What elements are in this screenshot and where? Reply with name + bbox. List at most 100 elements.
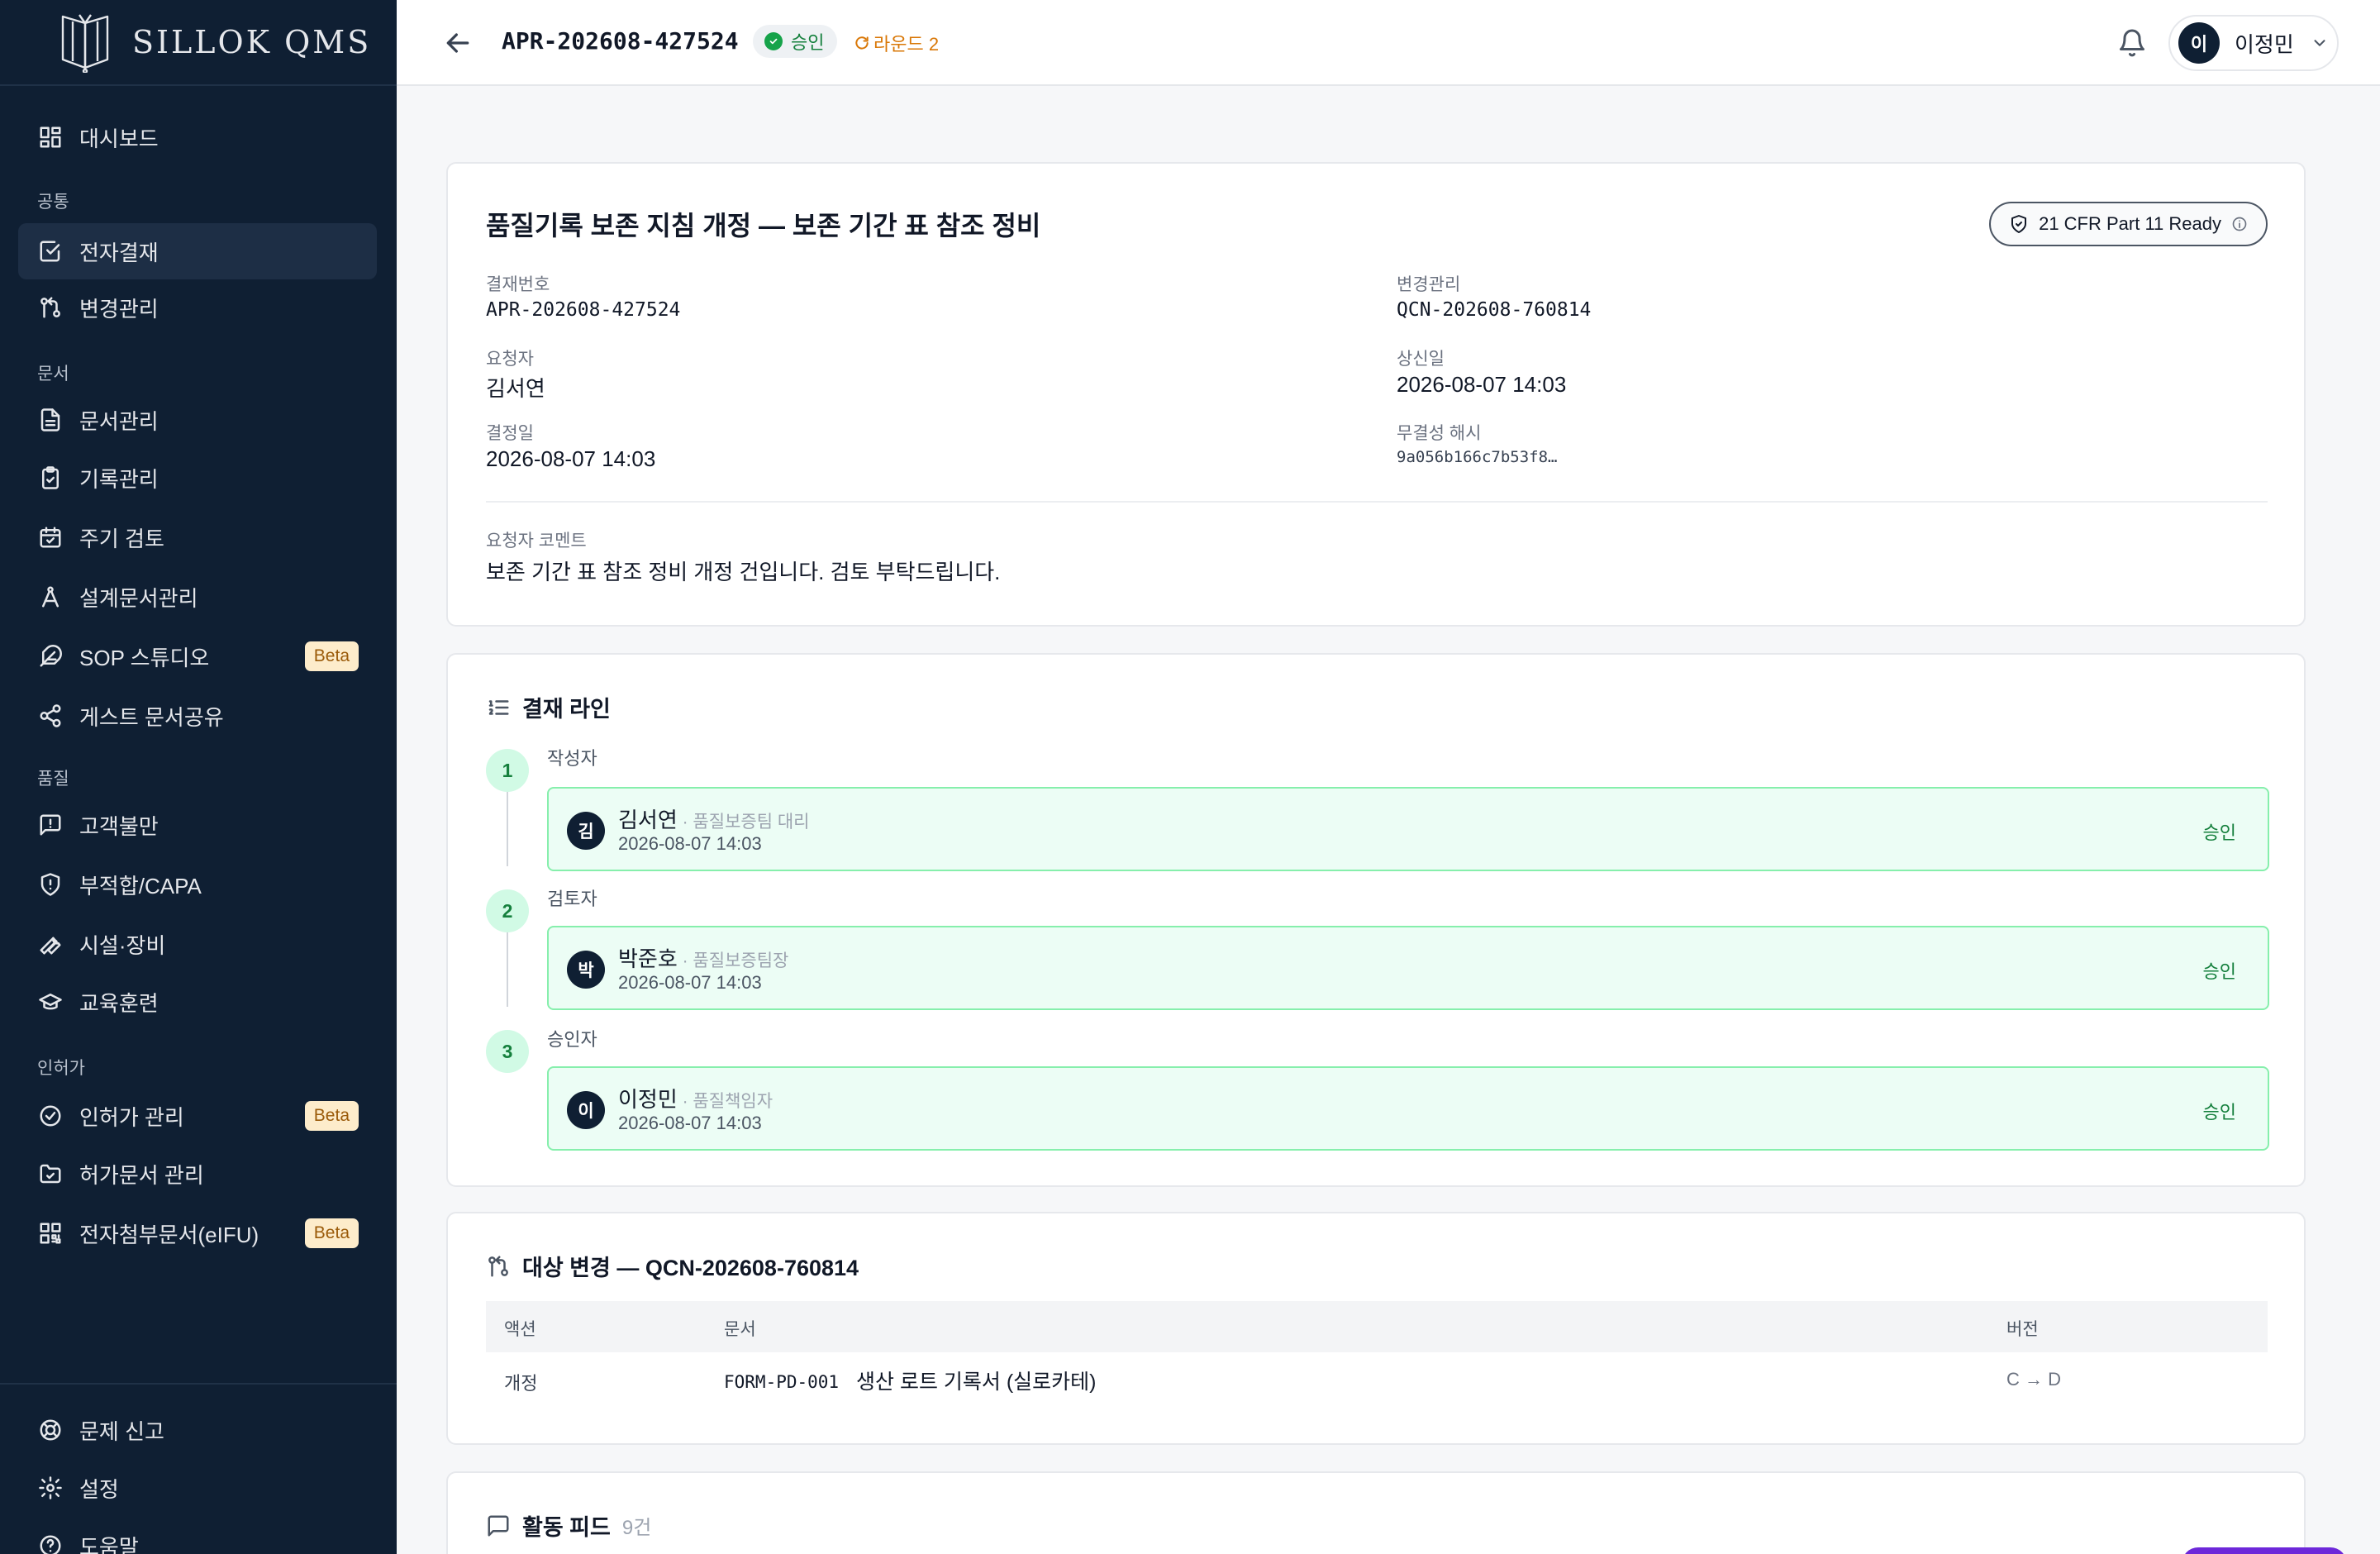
- document-title[interactable]: 생산 로트 기록서 (실로카테): [856, 1366, 1097, 1395]
- submitted-label: 상신일: [1397, 350, 1445, 369]
- sidebar-section-license: 인허가: [37, 1059, 85, 1078]
- user-menu[interactable]: 이 이정민: [2168, 15, 2339, 71]
- approver-name: 이정민: [618, 1087, 678, 1112]
- approver-name-row: 이정민 · 품질책임자: [618, 1083, 773, 1113]
- divider: [486, 501, 2268, 503]
- status-label: 승인: [791, 32, 825, 53]
- document-code: FORM-PD-001: [724, 1372, 840, 1392]
- approval-date: 2026-08-07 14:03: [618, 972, 762, 993]
- brand-logo[interactable]: SILLOK QMS: [0, 0, 397, 86]
- message-alert-icon: [38, 813, 63, 837]
- sidebar-item-label: 허가문서 관리: [79, 1162, 204, 1188]
- sidebar-item-approval[interactable]: 전자결재: [18, 223, 377, 279]
- sidebar-item-guest[interactable]: 게스트 문서공유: [18, 688, 377, 744]
- sidebar-item-report[interactable]: 문제 신고: [18, 1402, 377, 1458]
- comment-label: 요청자 코멘트: [486, 532, 587, 551]
- info-icon: [2232, 217, 2247, 231]
- sidebar: SILLOK QMS 대시보드 공통 전자결재 변경관리 문서 문서관리 기록관…: [0, 0, 397, 1554]
- column-header-document: 문서: [724, 1320, 756, 1339]
- beta-badge: Beta: [304, 1101, 359, 1131]
- lifebuoy-icon: [38, 1418, 63, 1442]
- feather-icon: [38, 644, 63, 669]
- approval-step: 박 박준호 · 품질보증팀장 2026-08-07 14:03 승인: [547, 926, 2269, 1010]
- help-circle-icon: [38, 1533, 63, 1554]
- sidebar-item-label: SOP 스튜디오: [79, 645, 210, 670]
- step-role: 검토자: [547, 889, 597, 909]
- sidebar-section-common: 공통: [37, 193, 69, 212]
- refresh-icon: [855, 36, 869, 50]
- check-square-icon: [38, 239, 63, 264]
- sidebar-item-training[interactable]: 교육훈련: [18, 974, 377, 1030]
- file-text-icon: [38, 408, 63, 432]
- step-role: 승인자: [547, 1029, 597, 1050]
- sidebar-item-label: 교육훈련: [79, 990, 159, 1016]
- compliance-label: 21 CFR Part 11 Ready: [2039, 213, 2221, 234]
- table-header: 액션 문서 버전: [486, 1301, 2268, 1352]
- section-title: 결재 라인: [522, 697, 611, 722]
- sidebar-item-complaint[interactable]: 고객불만: [18, 797, 377, 853]
- book-logo-icon: [61, 14, 109, 73]
- list-ordered-icon: [488, 699, 509, 715]
- sidebar-item-docs[interactable]: 문서관리: [18, 392, 377, 448]
- sidebar-item-capa[interactable]: 부적합/CAPA: [18, 856, 377, 913]
- badge-check-icon: [38, 1104, 63, 1128]
- approver-name-row: 박준호 · 품질보증팀장: [618, 942, 788, 973]
- sidebar-item-sop[interactable]: SOP 스튜디오 Beta: [18, 628, 377, 684]
- sidebar-section-docs: 문서: [37, 365, 69, 384]
- approver-name-row: 김서연 · 품질보증팀 대리: [618, 803, 810, 834]
- hash-value: 9a056b166c7b53f8…: [1397, 448, 1558, 466]
- sidebar-item-label: 전자첨부문서(eIFU): [79, 1222, 259, 1247]
- sidebar-item-label: 인허가 관리: [79, 1104, 184, 1130]
- avatar: 박: [567, 951, 605, 989]
- section-header: 결재 라인: [486, 691, 611, 723]
- approver-dept: · 품질보증팀 대리: [677, 813, 810, 832]
- sidebar-divider: [0, 1383, 397, 1385]
- sidebar-item-license[interactable]: 인허가 관리 Beta: [18, 1088, 377, 1144]
- sidebar-item-periodic[interactable]: 주기 검토: [18, 509, 377, 565]
- sidebar-item-change[interactable]: 변경관리: [18, 279, 377, 336]
- activity-feed-card: 활동 피드 9건: [446, 1471, 2306, 1554]
- target-change-card: 대상 변경 — QCN-202608-760814 액션 문서 버전 개정 FO…: [446, 1212, 2306, 1445]
- document-id: APR-202608-427524: [502, 27, 739, 55]
- sidebar-item-eifu[interactable]: 전자첨부문서(eIFU) Beta: [18, 1205, 377, 1261]
- approver-dept: · 품질보증팀장: [677, 951, 789, 970]
- top-bar: APR-202608-427524 승인 라운드 2 이 이정민: [397, 0, 2380, 86]
- sidebar-item-facility[interactable]: 시설·장비: [18, 916, 377, 972]
- floating-action-button[interactable]: [2182, 1547, 2347, 1554]
- step-number: 2: [486, 889, 529, 932]
- sidebar-item-label: 부적합/CAPA: [79, 873, 202, 899]
- step-number: 1: [486, 749, 529, 792]
- sidebar-item-label: 게스트 문서공유: [79, 704, 224, 730]
- bell-icon[interactable]: [2117, 28, 2147, 58]
- brand-name: SILLOK QMS: [132, 24, 372, 60]
- chevron-down-icon: [2314, 40, 2325, 46]
- status-badge: 승인: [753, 25, 838, 58]
- sidebar-item-label: 시설·장비: [79, 932, 166, 958]
- approval-status: 승인: [2202, 961, 2236, 982]
- approver-dept: · 품질책임자: [677, 1092, 774, 1111]
- decided-value: 2026-08-07 14:03: [486, 446, 656, 471]
- sidebar-item-label: 문서관리: [79, 408, 159, 434]
- decided-label: 결정일: [486, 424, 534, 443]
- change-no-value[interactable]: QCN-202608-760814: [1397, 299, 1591, 321]
- sidebar-item-records[interactable]: 기록관리: [18, 450, 377, 506]
- graduation-cap-icon: [38, 989, 63, 1014]
- change-action: 개정: [504, 1373, 538, 1394]
- sidebar-item-label: 문제 신고: [79, 1418, 164, 1444]
- approval-status: 승인: [2202, 1102, 2236, 1123]
- wrench-icon: [38, 932, 63, 956]
- back-arrow-icon[interactable]: [441, 26, 474, 60]
- sidebar-item-dashboard[interactable]: 대시보드: [18, 109, 377, 165]
- approval-date: 2026-08-07 14:03: [618, 833, 762, 854]
- sidebar-item-design[interactable]: 설계문서관리: [18, 569, 377, 625]
- sidebar-item-help[interactable]: 도움말: [18, 1518, 377, 1554]
- section-header: 활동 피드 9건: [486, 1509, 651, 1542]
- sidebar-item-label: 설정: [79, 1476, 119, 1502]
- sidebar-item-permit-docs[interactable]: 허가문서 관리: [18, 1146, 377, 1202]
- page-title: 품질기록 보존 지침 개정 — 보존 기간 표 참조 정비: [486, 211, 1041, 241]
- sidebar-item-settings[interactable]: 설정: [18, 1460, 377, 1516]
- compliance-badge[interactable]: 21 CFR Part 11 Ready: [1989, 202, 2268, 246]
- avatar: 이: [567, 1091, 605, 1129]
- table-row[interactable]: 개정 FORM-PD-001 생산 로트 기록서 (실로카테) C → D: [486, 1352, 2268, 1409]
- requester-label: 요청자: [486, 350, 534, 369]
